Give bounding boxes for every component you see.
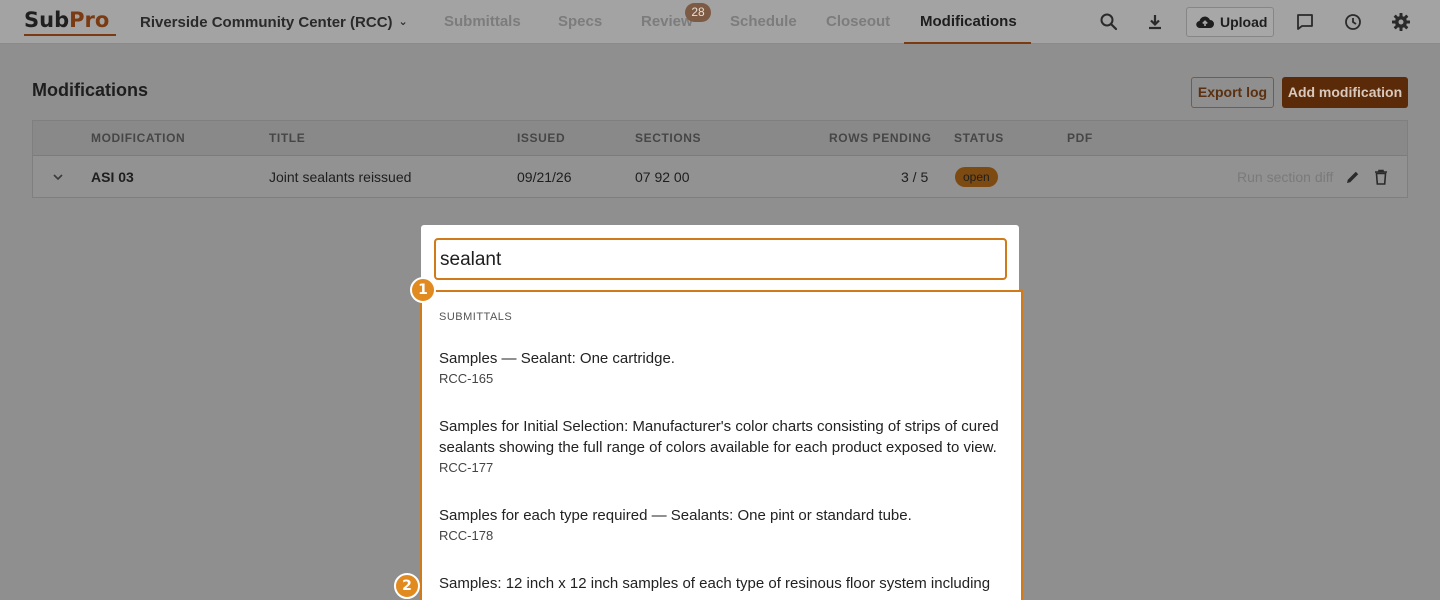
tab-specs[interactable]: Specs — [558, 0, 602, 44]
chevron-down-icon: ⌄ — [398, 16, 408, 28]
pencil-icon[interactable] — [1345, 169, 1361, 185]
review-count-badge: 28 — [685, 3, 711, 22]
status-badge: open — [955, 167, 998, 187]
project-selector[interactable]: Riverside Community Center (RCC) ⌄ — [140, 12, 408, 32]
chevron-down-icon[interactable] — [52, 172, 64, 182]
result-code: RCC-177 — [439, 460, 494, 475]
column-header-title[interactable]: TITLE — [269, 121, 305, 155]
list-item[interactable]: Samples: 12 inch x 12 inch samples of ea… — [439, 573, 1009, 595]
logo-pro: Pro — [69, 8, 110, 32]
export-log-button[interactable]: Export log — [1191, 77, 1274, 108]
column-header-sections[interactable]: SECTIONS — [635, 121, 701, 155]
cell-modification: ASI 03 — [91, 169, 134, 185]
result-code: RCC-165 — [439, 371, 494, 386]
results-section-label: SUBMITTALS — [439, 311, 513, 323]
cell-sections: 07 92 00 — [635, 169, 690, 185]
result-title: Samples — Sealant: One cartridge. — [439, 350, 675, 367]
upload-label: Upload — [1220, 14, 1268, 30]
logo-sub: Sub — [24, 8, 70, 32]
cell-issued: 09/21/26 — [517, 169, 572, 185]
column-header-status[interactable]: STATUS — [954, 121, 1004, 155]
tab-modifications[interactable]: Modifications — [904, 0, 1031, 44]
tab-closeout[interactable]: Closeout — [826, 0, 890, 44]
table-row[interactable]: ASI 03 Joint sealants reissued 09/21/26 … — [33, 156, 1407, 198]
upload-button[interactable]: Upload — [1186, 7, 1274, 37]
annotation-marker-2: 2 — [394, 573, 420, 599]
cloud-upload-icon — [1196, 16, 1214, 29]
search-input[interactable] — [438, 246, 992, 274]
download-icon[interactable] — [1145, 12, 1165, 32]
top-bar: SubPro Riverside Community Center (RCC) ⌄… — [0, 0, 1440, 44]
search-icon[interactable] — [1099, 12, 1119, 32]
list-item[interactable]: Samples for Initial Selection: Manufactu… — [439, 416, 1009, 477]
tab-submittals[interactable]: Submittals — [444, 0, 521, 44]
result-code: RCC-178 — [439, 528, 494, 543]
tab-schedule[interactable]: Schedule — [730, 0, 797, 44]
column-header-issued[interactable]: ISSUED — [517, 121, 565, 155]
project-name: Riverside Community Center (RCC) — [140, 14, 393, 31]
cell-title: Joint sealants reissued — [269, 169, 412, 185]
run-section-diff-link[interactable]: Run section diff — [1237, 156, 1333, 198]
annotation-marker-1: 1 — [410, 277, 436, 303]
history-icon[interactable] — [1343, 12, 1363, 32]
app-window: SubPro Riverside Community Center (RCC) ⌄… — [0, 0, 1440, 600]
result-title: Samples: 12 inch x 12 inch samples of ea… — [439, 575, 991, 592]
table-header: MODIFICATION TITLE ISSUED SECTIONS ROWS … — [33, 121, 1407, 156]
gear-icon[interactable] — [1391, 12, 1411, 32]
tab-review[interactable]: Review — [641, 0, 693, 44]
page-title: Modifications — [32, 80, 148, 100]
result-title: Samples for Initial Selection: Manufactu… — [439, 418, 999, 456]
logo[interactable]: SubPro — [24, 8, 116, 36]
list-item[interactable]: Samples — Sealant: One cartridge. RCC-16… — [439, 348, 1009, 388]
trash-icon[interactable] — [1374, 169, 1388, 185]
result-title: Samples for each type required — Sealant… — [439, 507, 912, 524]
search-results-list: SUBMITTALS Samples — Sealant: One cartri… — [420, 290, 1023, 600]
column-header-pdf[interactable]: PDF — [1067, 121, 1093, 155]
column-header-rows-pending[interactable]: ROWS PENDING — [829, 121, 932, 155]
comment-icon[interactable] — [1295, 12, 1315, 32]
cell-rows-pending: 3 / 5 — [901, 169, 929, 185]
column-header-modification[interactable]: MODIFICATION — [91, 121, 185, 155]
modifications-table: MODIFICATION TITLE ISSUED SECTIONS ROWS … — [32, 120, 1408, 198]
list-item[interactable]: Samples for each type required — Sealant… — [439, 505, 1009, 545]
search-field[interactable] — [434, 238, 1007, 280]
add-modification-button[interactable]: Add modification — [1282, 77, 1408, 108]
